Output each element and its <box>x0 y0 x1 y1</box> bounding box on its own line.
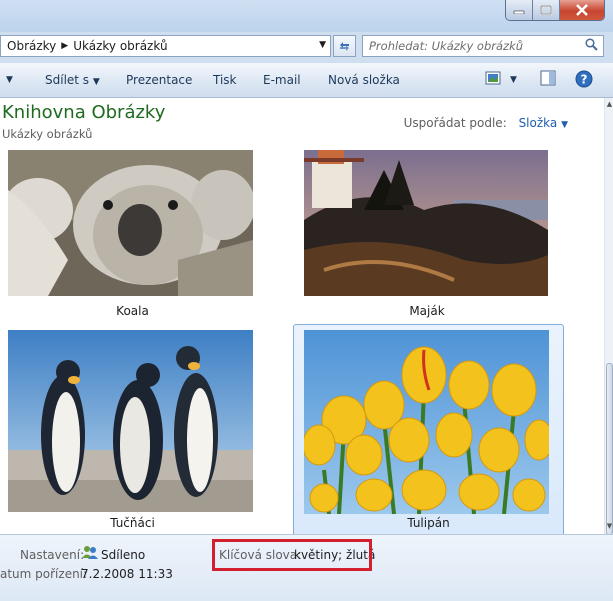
date-taken-value[interactable]: 7.2.2008 11:33 <box>81 567 173 581</box>
thumbnail-lighthouse[interactable]: Maják <box>292 148 562 324</box>
window-controls <box>505 0 605 21</box>
close-icon <box>576 4 588 16</box>
breadcrumb-sample-pictures[interactable]: Ukázky obrázků <box>73 39 167 53</box>
view-dropdown-icon[interactable]: ▼ <box>510 75 517 85</box>
command-bar: ▼ Sdílet s ▼ Prezentace Tisk E-mail Nová… <box>0 63 613 98</box>
minimize-button[interactable] <box>506 0 533 20</box>
help-button[interactable]: ? <box>575 70 593 91</box>
address-row: Obrázky ▶ Ukázky obrázků ▼ Prohledat: Uk… <box>0 34 613 60</box>
minimize-icon <box>513 10 525 14</box>
library-header: Knihovna Obrázky Ukázky obrázků Uspořáda… <box>0 98 604 148</box>
help-icon: ? <box>575 70 593 88</box>
preview-pane-icon <box>540 70 556 86</box>
vertical-scrollbar[interactable]: ▲ ▼ <box>604 98 613 538</box>
search-input[interactable]: Prohledat: Ukázky obrázků <box>362 35 604 57</box>
scroll-up-icon[interactable]: ▲ <box>605 100 613 114</box>
keywords-highlight-box <box>212 539 372 571</box>
thumbnail-caption: Koala <box>116 304 149 318</box>
date-taken-label: atum pořízení: <box>0 567 88 581</box>
refresh-button[interactable] <box>333 35 356 57</box>
preview-pane-button[interactable] <box>540 70 556 89</box>
view-icon <box>485 71 501 85</box>
arrange-by: Uspořádat podle: Složka ▼ <box>404 116 568 130</box>
address-dropdown-icon[interactable]: ▼ <box>319 40 326 50</box>
new-folder-button[interactable]: Nová složka <box>328 73 400 87</box>
print-button[interactable]: Tisk <box>213 73 237 87</box>
settings-label: Nastavení: <box>20 548 85 562</box>
scrollbar-thumb[interactable] <box>606 363 613 535</box>
share-dropdown-icon: ▼ <box>92 77 100 87</box>
address-bar[interactable]: Obrázky ▶ Ukázky obrázků ▼ <box>0 35 331 57</box>
arrange-by-label: Uspořádat podle: <box>403 116 507 130</box>
library-title: Knihovna Obrázky <box>2 102 166 123</box>
thumbnail-caption: Tučňáci <box>110 516 155 530</box>
close-button[interactable] <box>560 0 604 20</box>
maximize-icon <box>540 5 552 15</box>
koala-image <box>8 150 253 296</box>
thumbnail-caption: Maják <box>409 304 445 318</box>
share-with-button[interactable]: Sdílet s ▼ <box>45 73 100 87</box>
penguins-image <box>8 330 253 512</box>
thumbnail-koala[interactable]: Koala <box>0 148 265 324</box>
settings-value[interactable]: Sdíleno <box>101 548 145 562</box>
refresh-icon <box>340 41 349 51</box>
view-options-button[interactable] <box>485 70 501 89</box>
library-subtitle: Ukázky obrázků <box>2 127 93 141</box>
content-pane: Knihovna Obrázky Ukázky obrázků Uspořáda… <box>0 98 604 537</box>
arrange-dropdown-icon: ▼ <box>561 120 568 130</box>
search-placeholder: Prohledat: Ukázky obrázků <box>369 39 524 53</box>
arrange-by-value: Složka <box>518 116 558 130</box>
thumbnail-penguins[interactable]: Tučňáci <box>0 324 265 538</box>
thumbnail-tulips[interactable]: Tulipán <box>293 324 564 537</box>
email-button[interactable]: E-mail <box>263 73 301 87</box>
search-icon[interactable] <box>585 38 598 55</box>
organize-dropdown-icon[interactable]: ▼ <box>6 75 13 85</box>
maximize-button[interactable] <box>533 0 560 20</box>
thumbnail-caption: Tulipán <box>407 516 450 530</box>
share-with-label: Sdílet s <box>45 73 90 87</box>
lighthouse-image <box>304 150 548 296</box>
tulips-image <box>304 330 549 514</box>
breadcrumb-pictures[interactable]: Obrázky <box>7 39 56 53</box>
title-bar <box>0 0 613 32</box>
arrange-by-dropdown[interactable]: Složka ▼ <box>519 116 568 130</box>
slideshow-button[interactable]: Prezentace <box>126 73 192 87</box>
breadcrumb-separator-icon[interactable]: ▶ <box>61 41 68 51</box>
shared-users-icon <box>81 545 99 563</box>
svg-text:?: ? <box>581 73 588 87</box>
